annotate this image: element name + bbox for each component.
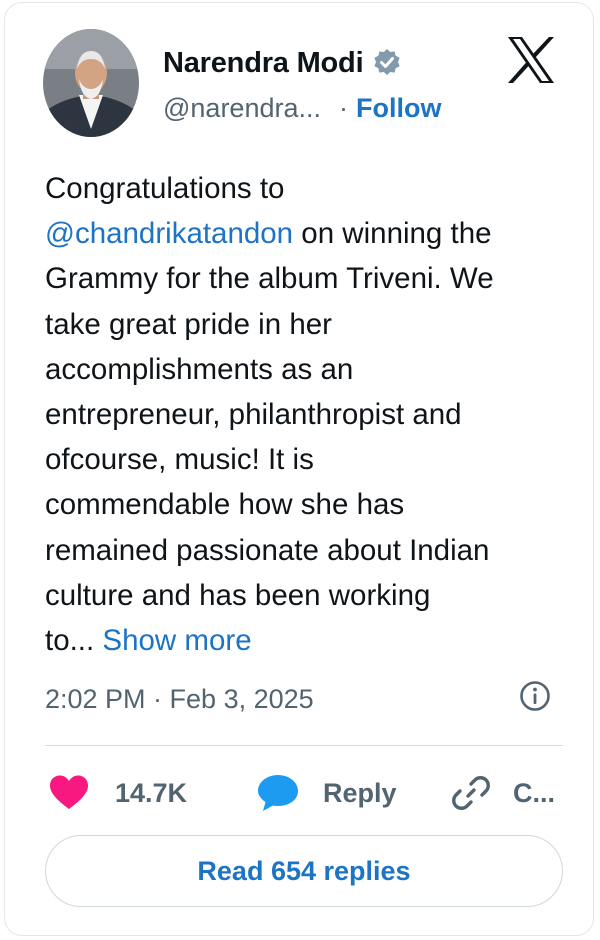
author-avatar[interactable] [43, 29, 139, 137]
like-button[interactable]: 14.7K [49, 769, 187, 817]
avatar-image [43, 29, 139, 137]
tweet-text-segment: entrepreneur, philanthropist and [45, 398, 462, 432]
read-replies-button[interactable]: Read 654 replies [45, 835, 563, 907]
mention-link[interactable]: @chandrikatandon [45, 217, 293, 250]
tweet-text-segment: commendable how she has [45, 488, 405, 522]
tweet-text-segment: Grammy for the album Triveni. We [45, 262, 494, 296]
tweet-text-segment: remained passionate about Indian [45, 533, 490, 567]
author-name-row[interactable]: Narendra Modi [163, 43, 403, 83]
tweet-timestamp[interactable]: 2:02 PM · Feb 3, 2025 [45, 684, 314, 715]
tweet-text-segment: culture and has been working [45, 578, 431, 612]
copy-link-label: C... [513, 777, 556, 808]
author-handle-row: @narendra... · Follow [163, 89, 441, 127]
tweet-text-line: culture and has been working [45, 573, 565, 618]
verified-badge-icon [374, 49, 401, 75]
copy-link-button[interactable]: C... [451, 769, 555, 817]
reply-label: Reply [323, 777, 397, 808]
tweet-text-line: Grammy for the album Triveni. We [45, 256, 565, 301]
follow-button[interactable]: Follow [356, 93, 441, 124]
tweet-text-line: to... Show more [45, 618, 565, 663]
tweet-text-line: take great pride in her [45, 302, 565, 347]
tweet-text-line: @chandrikatandon on winning the [45, 211, 565, 256]
tweet-text-line: Congratulations to [45, 166, 565, 211]
author-name[interactable]: Narendra Modi [163, 47, 364, 80]
tweet-meta-row: 2:02 PM · Feb 3, 2025 [45, 677, 557, 721]
tweet-text: Congratulations to @chandrikatandon on wi… [45, 166, 565, 663]
info-icon[interactable] [518, 679, 552, 713]
separator-dot: · [339, 92, 348, 123]
tweet-text-segment: ofcourse, music! It is [45, 443, 314, 477]
like-count: 14.7K [115, 777, 188, 808]
author-handle[interactable]: @narendra... [163, 93, 321, 124]
tweet-text-segment: Congratulations to [45, 172, 285, 205]
link-icon [452, 776, 490, 810]
tweet-text-line: ofcourse, music! It is [45, 437, 565, 482]
tweet-text-segment: accomplishments as an [45, 352, 354, 386]
show-more-link[interactable]: Show more [102, 624, 251, 657]
tweet-text-line: accomplishments as an [45, 347, 565, 392]
speech-bubble-icon [258, 775, 298, 811]
tweet-embed-card: Narendra Modi @narendra... · Follow Cong… [4, 2, 594, 936]
heart-icon [50, 775, 88, 809]
tweet-text-segment: on winning the [293, 217, 492, 251]
tweet-text-line: commendable how she has [45, 482, 565, 527]
tweet-text-segment: take great pride in her [45, 307, 332, 341]
tweet-text-line: entrepreneur, philanthropist and [45, 392, 565, 437]
reply-button[interactable]: Reply [257, 769, 397, 817]
x-logo-icon[interactable] [505, 35, 557, 85]
divider [45, 745, 563, 746]
tweet-text-line: remained passionate about Indian [45, 528, 565, 573]
tweet-text-segment: to... [45, 624, 95, 658]
